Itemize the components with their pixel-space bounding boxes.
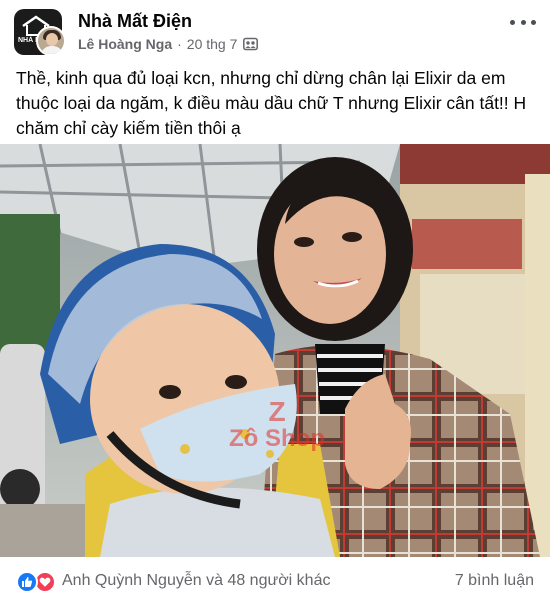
post-date[interactable]: 20 thg 7	[187, 36, 238, 52]
meta-separator: ·	[177, 36, 182, 52]
more-dot-icon	[520, 19, 526, 25]
watermark-letter: Z	[268, 396, 286, 427]
like-icon	[16, 571, 38, 593]
shop-watermark: Z Zô Shop	[212, 398, 342, 452]
author-name[interactable]: Lê Hoàng Nga	[78, 36, 172, 52]
post-header: NHÀ MẤT Nhà Mất Điện Lê Hoàng Nga · 20 t…	[0, 0, 550, 58]
more-dot-icon	[531, 19, 536, 25]
more-dot-icon	[510, 19, 515, 25]
post-photo[interactable]: Z Zô Shop	[0, 144, 550, 557]
post-text: Thề, kinh qua đủ loại kcn, nhưng chỉ dừn…	[16, 68, 527, 138]
comment-count[interactable]: 7 bình luận	[455, 572, 534, 590]
author-avatar[interactable]	[36, 26, 66, 56]
watermark-text: Zô Shop	[229, 425, 325, 452]
more-options-button[interactable]	[510, 12, 536, 32]
group-name[interactable]: Nhà Mất Điện	[78, 11, 192, 32]
photo-illustration	[0, 144, 550, 557]
friends-icon	[243, 37, 259, 51]
post-footer: Anh Quỳnh Nguyễn và 48 người khác 7 bình…	[0, 562, 550, 600]
post-meta: Lê Hoàng Nga · 20 thg 7	[78, 36, 259, 52]
reactions-summary[interactable]: Anh Quỳnh Nguyễn và 48 người khác	[62, 572, 330, 590]
reaction-icons[interactable]	[16, 571, 58, 593]
